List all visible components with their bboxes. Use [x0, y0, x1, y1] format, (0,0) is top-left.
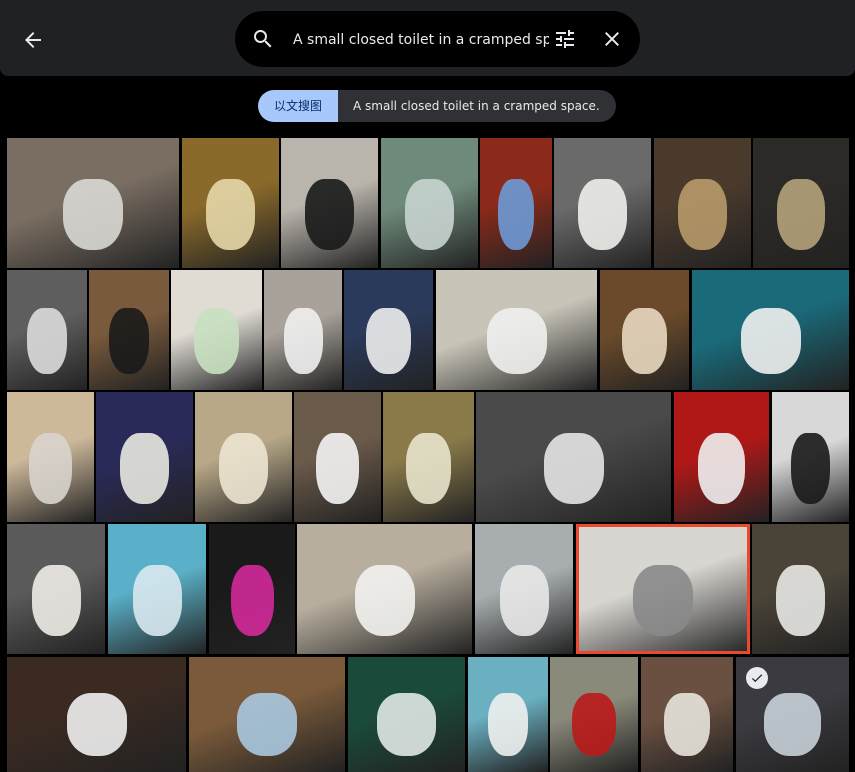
- toilet-thumbnail: [63, 178, 123, 251]
- toilet-thumbnail: [764, 693, 821, 757]
- result-image[interactable]: [654, 138, 751, 268]
- result-image[interactable]: [7, 657, 186, 772]
- toilet-thumbnail: [777, 178, 825, 251]
- result-image[interactable]: [108, 524, 206, 654]
- result-image[interactable]: [576, 524, 750, 654]
- result-image[interactable]: [468, 657, 548, 772]
- result-image[interactable]: [475, 524, 573, 654]
- result-image[interactable]: [383, 392, 474, 522]
- toilet-thumbnail: [697, 432, 746, 505]
- toilet-thumbnail: [315, 432, 360, 505]
- toilet-thumbnail: [791, 432, 830, 505]
- toilet-thumbnail: [283, 307, 323, 374]
- result-image[interactable]: [209, 524, 295, 654]
- toilet-thumbnail: [366, 307, 411, 374]
- toilet-thumbnail: [498, 178, 534, 251]
- toilet-thumbnail: [305, 178, 354, 251]
- toilet-thumbnail: [132, 564, 182, 637]
- result-image[interactable]: [171, 270, 262, 390]
- toilet-thumbnail: [206, 178, 255, 251]
- result-image[interactable]: [344, 270, 433, 390]
- result-image[interactable]: [476, 392, 671, 522]
- toilet-thumbnail: [543, 432, 604, 505]
- image-results-grid: [0, 0, 855, 772]
- toilet-thumbnail: [28, 432, 73, 505]
- result-image[interactable]: [753, 138, 849, 268]
- toilet-thumbnail: [237, 693, 297, 757]
- toilet-thumbnail: [230, 564, 274, 637]
- toilet-thumbnail: [740, 307, 801, 374]
- toilet-thumbnail: [377, 693, 436, 757]
- toilet-thumbnail: [578, 178, 627, 251]
- toilet-thumbnail: [664, 693, 710, 757]
- toilet-thumbnail: [219, 432, 268, 505]
- result-image[interactable]: [89, 270, 169, 390]
- result-image[interactable]: [436, 270, 597, 390]
- result-image[interactable]: [554, 138, 651, 268]
- result-image[interactable]: [641, 657, 733, 772]
- toilet-thumbnail: [572, 693, 616, 757]
- result-image[interactable]: [189, 657, 345, 772]
- toilet-thumbnail: [66, 693, 127, 757]
- result-image[interactable]: [195, 392, 292, 522]
- result-image[interactable]: [692, 270, 849, 390]
- toilet-thumbnail: [109, 307, 149, 374]
- toilet-thumbnail: [488, 693, 528, 757]
- toilet-thumbnail: [499, 564, 549, 637]
- result-image[interactable]: [348, 657, 465, 772]
- toilet-thumbnail: [486, 307, 547, 374]
- toilet-thumbnail: [776, 564, 825, 637]
- result-image[interactable]: [600, 270, 689, 390]
- result-image[interactable]: [96, 392, 193, 522]
- toilet-thumbnail: [193, 307, 240, 374]
- toilet-thumbnail: [678, 178, 727, 251]
- result-image[interactable]: [294, 392, 381, 522]
- result-image[interactable]: [772, 392, 849, 522]
- result-image[interactable]: [297, 524, 472, 654]
- toilet-thumbnail: [31, 564, 81, 637]
- result-image[interactable]: [7, 138, 179, 268]
- result-image[interactable]: [381, 138, 478, 268]
- toilet-thumbnail: [622, 307, 667, 374]
- result-image[interactable]: [480, 138, 552, 268]
- result-image[interactable]: [674, 392, 769, 522]
- toilet-thumbnail: [405, 432, 452, 505]
- toilet-thumbnail: [354, 564, 415, 637]
- result-image[interactable]: [281, 138, 378, 268]
- result-image[interactable]: [182, 138, 279, 268]
- toilet-thumbnail: [633, 564, 693, 637]
- result-image[interactable]: [7, 270, 87, 390]
- toilet-thumbnail: [405, 178, 454, 251]
- result-image[interactable]: [264, 270, 342, 390]
- check-icon[interactable]: [746, 667, 768, 689]
- result-image[interactable]: [7, 392, 94, 522]
- toilet-thumbnail: [27, 307, 67, 374]
- toilet-thumbnail: [120, 432, 169, 505]
- result-image[interactable]: [550, 657, 638, 772]
- result-image[interactable]: [736, 657, 849, 772]
- result-image[interactable]: [7, 524, 105, 654]
- result-image[interactable]: [752, 524, 849, 654]
